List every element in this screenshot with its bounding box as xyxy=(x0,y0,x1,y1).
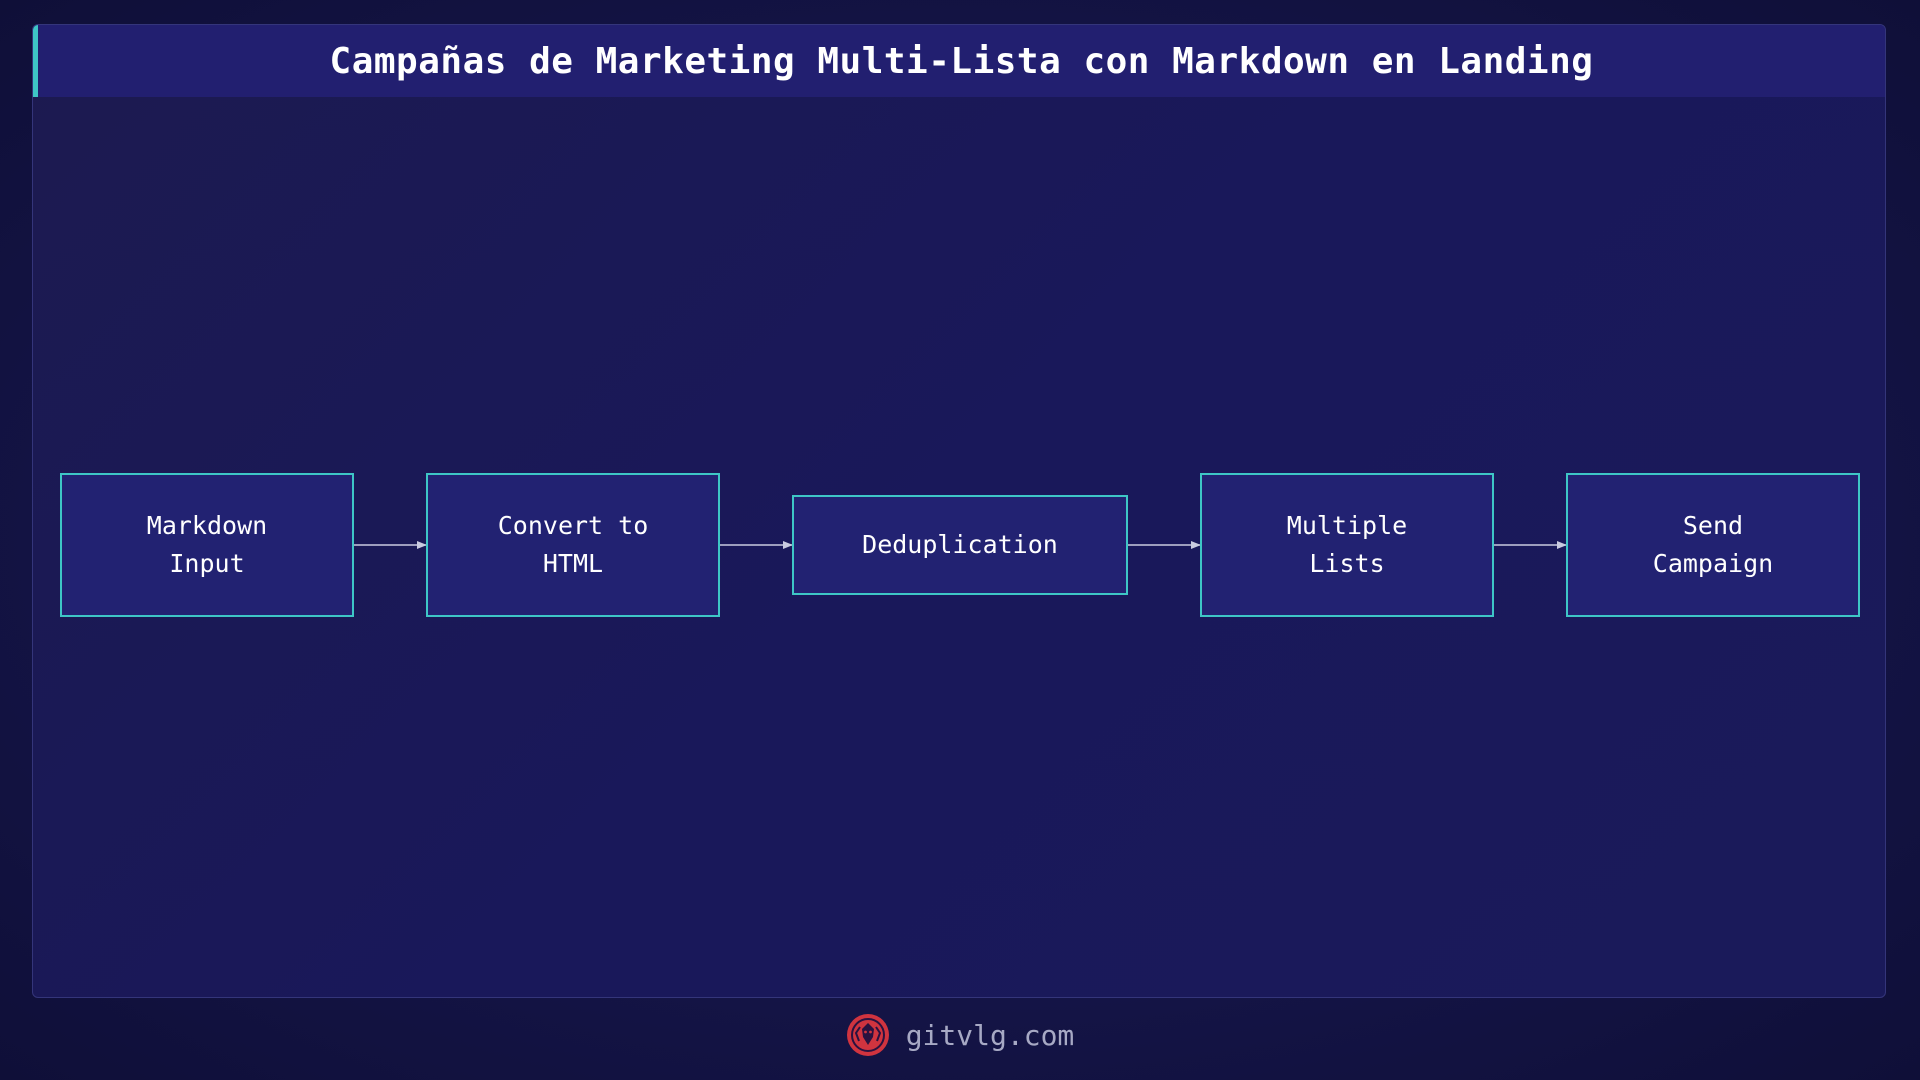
node-send-campaign: Send Campaign xyxy=(1566,473,1860,617)
node-label: Markdown Input xyxy=(146,511,268,578)
node-multiple-lists: Multiple Lists xyxy=(1200,473,1494,617)
node-label: Convert to HTML xyxy=(497,511,649,578)
footer-site-link[interactable]: gitvlg.com xyxy=(906,1019,1075,1052)
node-label: Send Campaign xyxy=(1652,511,1774,578)
node-label: Deduplication xyxy=(862,530,1058,559)
node-deduplication: Deduplication xyxy=(792,495,1128,595)
page-title: Campañas de Marketing Multi-Lista con Ma… xyxy=(329,40,1594,82)
footer: gitvlg.com xyxy=(0,1010,1920,1060)
title-bar: Campañas de Marketing Multi-Lista con Ma… xyxy=(33,25,1885,97)
node-markdown-input: Markdown Input xyxy=(60,473,354,617)
node-label: Multiple Lists xyxy=(1286,511,1408,578)
lion-logo-icon xyxy=(846,1014,889,1056)
node-convert-to-html: Convert to HTML xyxy=(426,473,720,617)
